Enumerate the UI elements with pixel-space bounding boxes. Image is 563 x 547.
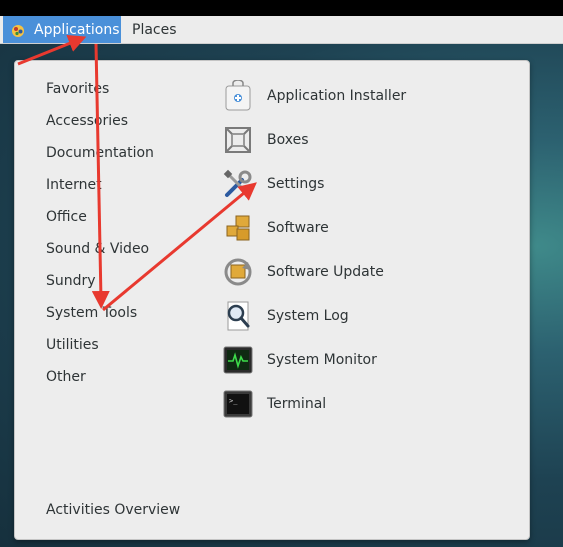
- app-label: System Monitor: [267, 352, 377, 368]
- menu-bar: Applications Places: [0, 16, 563, 44]
- category-favorites[interactable]: Favorites: [46, 81, 109, 97]
- package-installer-icon: [221, 79, 255, 113]
- category-other[interactable]: Other: [46, 369, 86, 385]
- app-label: Application Installer: [267, 88, 407, 104]
- software-update-icon: [221, 255, 255, 289]
- app-terminal[interactable]: >_ Terminal: [221, 384, 501, 424]
- category-utilities[interactable]: Utilities: [46, 337, 99, 353]
- app-system-log[interactable]: System Log: [221, 296, 501, 336]
- applications-menu-panel: Favorites Accessories Documentation Inte…: [14, 60, 530, 540]
- app-boxes[interactable]: Boxes: [221, 120, 501, 160]
- app-settings[interactable]: Settings: [221, 164, 501, 204]
- category-system-tools[interactable]: System Tools: [46, 305, 137, 321]
- boxes-icon: [221, 123, 255, 157]
- settings-tools-icon: [221, 167, 255, 201]
- category-office[interactable]: Office: [46, 209, 87, 225]
- applications-menu-button[interactable]: Applications: [3, 16, 121, 43]
- top-bar: Applications Places: [0, 0, 563, 44]
- gnome-foot-icon: [12, 24, 24, 37]
- app-system-monitor[interactable]: System Monitor: [221, 340, 501, 380]
- category-documentation[interactable]: Documentation: [46, 145, 154, 161]
- terminal-icon: >_: [221, 387, 255, 421]
- category-accessories[interactable]: Accessories: [46, 113, 128, 129]
- app-software[interactable]: Software: [221, 208, 501, 248]
- app-label: System Log: [267, 308, 349, 324]
- activities-overview-link[interactable]: Activities Overview: [46, 502, 180, 518]
- app-label: Software Update: [267, 264, 384, 280]
- system-monitor-icon: [221, 343, 255, 377]
- software-packages-icon: [221, 211, 255, 245]
- places-menu-button[interactable]: Places: [132, 16, 177, 43]
- category-internet[interactable]: Internet: [46, 177, 102, 193]
- applications-menu-label: Applications: [34, 21, 120, 38]
- app-label: Settings: [267, 176, 325, 192]
- places-menu-label: Places: [132, 21, 177, 38]
- category-sundry[interactable]: Sundry: [46, 273, 96, 289]
- app-label: Software: [267, 220, 329, 236]
- app-label: Boxes: [267, 132, 309, 148]
- category-sound-video[interactable]: Sound & Video: [46, 241, 149, 257]
- svg-text:>_: >_: [229, 397, 238, 405]
- app-application-installer[interactable]: Application Installer: [221, 76, 501, 116]
- app-label: Terminal: [267, 396, 327, 412]
- system-log-icon: [221, 299, 255, 333]
- app-software-update[interactable]: Software Update: [221, 252, 501, 292]
